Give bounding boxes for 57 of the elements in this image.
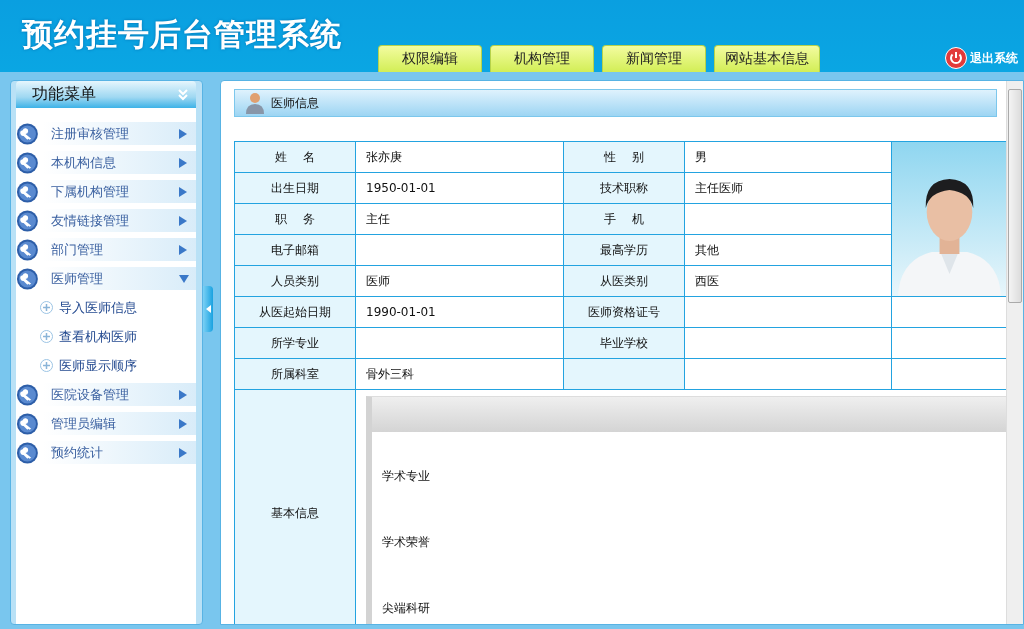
section-heading: 学术专业 bbox=[382, 468, 431, 485]
field-label: 人员类别 bbox=[234, 265, 356, 297]
field-label: 出生日期 bbox=[234, 172, 356, 204]
plus-icon bbox=[40, 301, 53, 314]
nav-tab[interactable]: 网站基本信息 bbox=[714, 45, 820, 72]
panel-title: 医师信息 bbox=[271, 94, 319, 112]
rich-text-editor[interactable]: 学术专业 学术荣誉 尖端科研 bbox=[366, 396, 1006, 624]
scrollbar[interactable] bbox=[1006, 81, 1023, 624]
field-label: 医师资格证号 bbox=[563, 296, 685, 328]
field-label: 手 机 bbox=[563, 203, 685, 235]
submenu-item[interactable]: 医师显示顺序 bbox=[16, 351, 196, 380]
caret-right-icon bbox=[178, 244, 187, 255]
field-value: 医师 bbox=[355, 265, 564, 297]
nav-tab[interactable]: 新闻管理 bbox=[602, 45, 706, 72]
field-label: 所属科室 bbox=[234, 358, 356, 390]
submenu-item[interactable]: 导入医师信息 bbox=[16, 293, 196, 322]
person-icon bbox=[245, 92, 265, 114]
field-value: 其他 bbox=[684, 234, 892, 266]
field-label: 毕业学校 bbox=[563, 327, 685, 359]
field-label: 职 务 bbox=[234, 203, 356, 235]
power-icon[interactable] bbox=[945, 47, 967, 69]
section-heading: 学术荣誉 bbox=[382, 534, 431, 551]
field-label: 性 别 bbox=[563, 141, 685, 173]
caret-right-icon bbox=[178, 418, 187, 429]
plus-icon bbox=[40, 359, 53, 372]
field-label: 基本信息 bbox=[234, 389, 356, 624]
section-heading: 尖端科研 bbox=[382, 600, 431, 617]
caret-right-icon bbox=[178, 215, 187, 226]
nav-tab[interactable]: 机构管理 bbox=[490, 45, 594, 72]
field-label: 技术职称 bbox=[563, 172, 685, 204]
field-value: 西医 bbox=[684, 265, 892, 297]
double-chevron-icon[interactable] bbox=[178, 88, 188, 101]
collapse-handle[interactable] bbox=[203, 286, 213, 332]
caret-right-icon bbox=[178, 447, 187, 458]
submenu-item[interactable]: 查看机构医师 bbox=[16, 322, 196, 351]
field-value: 主任 bbox=[355, 203, 564, 235]
field-value: 主任医师 bbox=[684, 172, 892, 204]
field-label: 最高学历 bbox=[563, 234, 685, 266]
field-label: 电子邮箱 bbox=[234, 234, 356, 266]
caret-right-icon bbox=[178, 128, 187, 139]
field-label: 从医类别 bbox=[563, 265, 685, 297]
caret-right-icon bbox=[178, 157, 187, 168]
field-value: 骨外三科 bbox=[355, 358, 564, 390]
field-value: 1990-01-01 bbox=[355, 296, 564, 328]
field-label: 所学专业 bbox=[234, 327, 356, 359]
plus-icon bbox=[40, 330, 53, 343]
caret-down-icon bbox=[178, 274, 189, 283]
field-value: 张亦庚 bbox=[355, 141, 564, 173]
nav-tab[interactable]: 权限编辑 bbox=[378, 45, 482, 72]
caret-right-icon bbox=[178, 186, 187, 197]
field-label: 从医起始日期 bbox=[234, 296, 356, 328]
field-label: 姓 名 bbox=[234, 141, 356, 173]
app-title: 预约挂号后台管理系统 bbox=[22, 15, 343, 54]
caret-right-icon bbox=[178, 389, 187, 400]
sidebar-title: 功能菜单 bbox=[32, 84, 96, 105]
field-value: 男 bbox=[684, 141, 892, 173]
field-value: 1950-01-01 bbox=[355, 172, 564, 204]
